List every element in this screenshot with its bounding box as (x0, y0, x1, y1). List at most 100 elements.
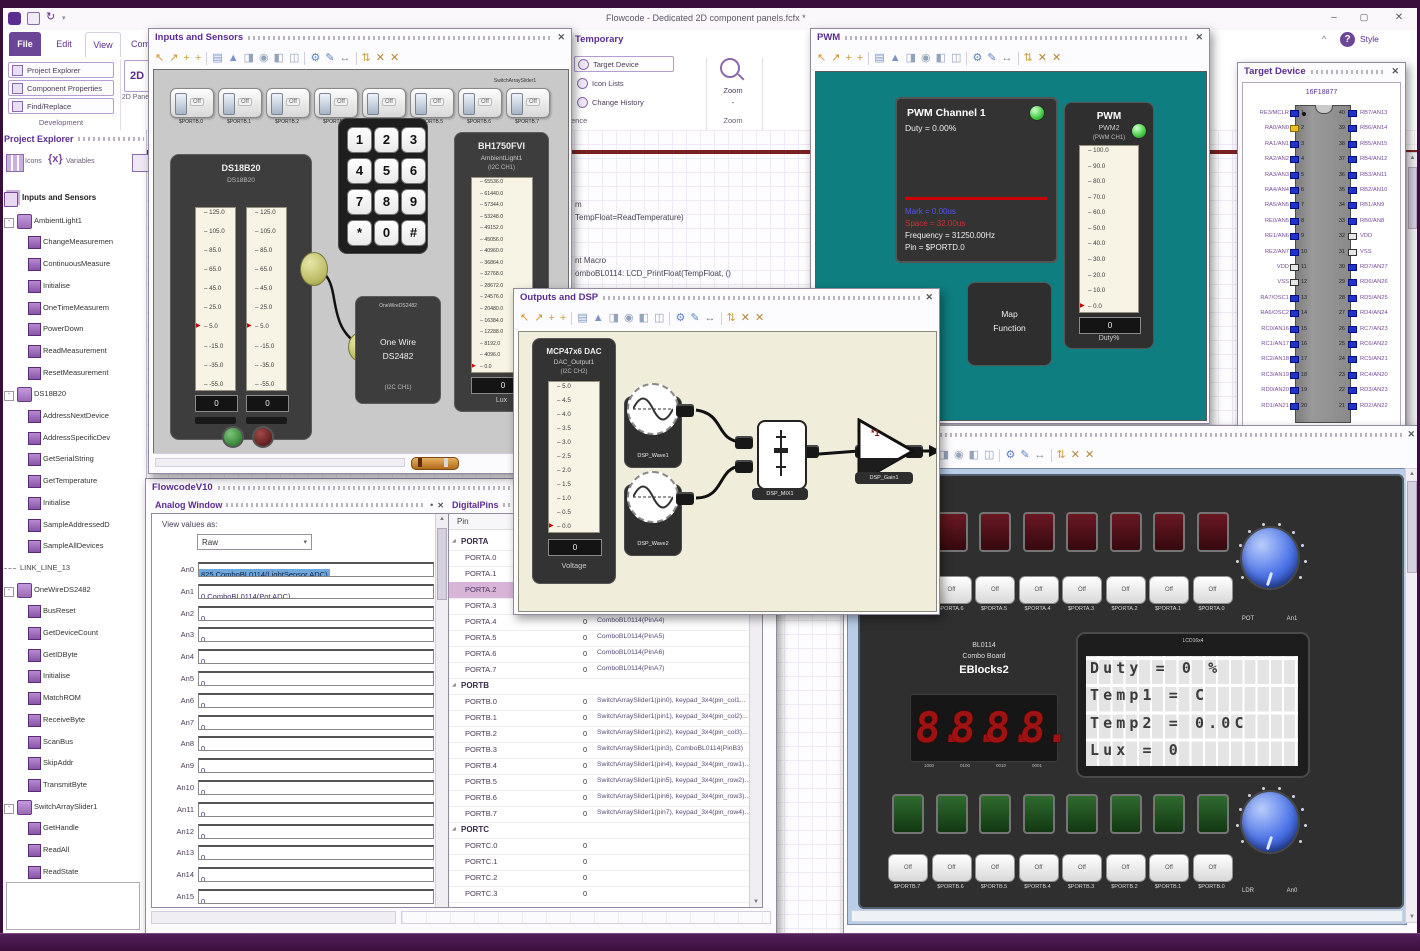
h-scroll-right[interactable] (401, 911, 771, 924)
edit-icon[interactable]: ✎ (690, 312, 699, 324)
keypad-key-0[interactable]: 0 (374, 220, 399, 246)
window-close-icon[interactable]: ✕ (1407, 429, 1415, 440)
porta-switch-button[interactable]: Off (975, 576, 1015, 604)
analog-value-input[interactable]: 0 (198, 649, 434, 665)
switch-handle[interactable] (511, 93, 523, 115)
orbit-icon[interactable]: ◉ (624, 312, 634, 324)
maximize-button[interactable]: ▢ (1357, 12, 1371, 26)
tree-item-getdevicecount[interactable]: GetDeviceCount (0, 624, 146, 644)
digital-pin-row[interactable]: PORTA.5 0 ComboBL0114(PinA5) (449, 630, 762, 647)
orbit-icon[interactable]: ◉ (259, 52, 269, 64)
select-cursor-icon[interactable]: ↖ (520, 312, 529, 324)
analog-value-input[interactable]: 0 (198, 627, 434, 643)
tree-item-readmeasurement[interactable]: ReadMeasurement (0, 342, 146, 362)
porta-switch-button[interactable]: Off (1192, 576, 1233, 604)
tree-item-busreset[interactable]: BusReset (0, 602, 146, 622)
tree-item-getserialstring[interactable]: GetSerialString (0, 450, 146, 470)
analog-value-input[interactable]: 0 (198, 845, 434, 861)
tree-item-sampleaddressedd[interactable]: SampleAddressedD (0, 516, 146, 536)
swap-v-icon[interactable]: ⇅ (1024, 52, 1033, 64)
tree-item-link_line_13[interactable]: LINK_LINE_13 (0, 559, 146, 579)
float-window-icon[interactable]: • (430, 500, 433, 510)
digital-pin-row[interactable]: PORTB.4 0 SwitchArraySlider1(pin4), keypad… (449, 758, 762, 775)
raise-icon[interactable]: ▲ (890, 52, 901, 64)
view-toggle-target-device[interactable]: Target Device (574, 56, 674, 72)
h-scroll-trough[interactable] (155, 458, 405, 467)
switch-handle[interactable] (319, 93, 331, 115)
swap-v-icon[interactable]: ⇅ (727, 312, 736, 324)
ribbon-button-component-properties[interactable]: Component Properties (8, 80, 114, 96)
portb-switch-button[interactable]: Off (931, 854, 972, 882)
switch-handle[interactable] (271, 93, 283, 115)
settings-icon[interactable]: ⚙ (675, 312, 685, 324)
tab-view[interactable]: View (85, 32, 121, 57)
keypad-key-2[interactable]: 2 (374, 127, 399, 153)
tree-item-resetmeasurement[interactable]: ResetMeasurement (0, 364, 146, 384)
digital-pin-row[interactable]: PORTA.6 0 ComboBL0114(PinA6) (449, 646, 762, 663)
digital-pin-row[interactable]: PORTC.2 0 (449, 870, 762, 887)
window-close-icon[interactable]: ✕ (1195, 32, 1203, 43)
keypad-key-4[interactable]: 4 (347, 158, 372, 184)
porta-switch-button[interactable]: Off (1105, 576, 1146, 604)
onewire-connector-icon[interactable] (300, 252, 328, 286)
keypad-key-9[interactable]: 9 (401, 189, 426, 215)
portb-switch-button[interactable]: Off (975, 854, 1015, 882)
switch-handle[interactable] (367, 93, 379, 115)
portb-switch-button[interactable]: Off (1105, 854, 1146, 882)
swap-h-icon[interactable]: ↔ (1002, 52, 1013, 64)
duplicate-icon[interactable]: ◫ (984, 449, 994, 461)
raise-icon[interactable]: ▲ (593, 312, 604, 324)
window-close-icon[interactable]: ✕ (925, 292, 933, 303)
mirror-icon[interactable]: ◨ (939, 449, 949, 461)
save-icon[interactable] (27, 12, 40, 25)
quick-access-dropdown-icon[interactable]: ▾ (62, 14, 70, 24)
digital-pin-row[interactable]: PORTC.3 0 (449, 886, 762, 903)
window-titlebar[interactable]: Outputs and DSP ✕ (514, 289, 939, 306)
tree-item-readall[interactable]: ReadAll (0, 841, 146, 861)
half-view-icon[interactable]: ◧ (936, 52, 946, 64)
tree-item-addressspecificdev[interactable]: AddressSpecificDev (0, 429, 146, 449)
dsp-mixer-component[interactable] (757, 420, 807, 490)
tree-item-matchrom[interactable]: MatchROM (0, 689, 146, 709)
keypad-key-8[interactable]: 8 (374, 189, 399, 215)
analog-value-input[interactable]: 0 (198, 889, 434, 904)
swap-v-icon[interactable]: ⇅ (1057, 449, 1066, 461)
delete-icon[interactable]: ✕ (741, 312, 750, 324)
analog-value-input[interactable]: 0 (198, 801, 434, 817)
analog-value-input[interactable]: 0 (198, 780, 434, 795)
portb-switch-button[interactable]: Off (888, 854, 928, 882)
tab-file[interactable]: File (9, 32, 41, 56)
switch-handle[interactable] (463, 93, 475, 115)
tree-item-continuousmeasure[interactable]: ContinuousMeasure (0, 255, 146, 275)
keypad-key-hash[interactable]: # (401, 220, 426, 246)
tree-item-gettemperature[interactable]: GetTemperature (0, 472, 146, 492)
digital-pin-row[interactable]: PORTB.5 0 SwitchArraySlider1(pin5), keypad… (449, 774, 762, 791)
ribbon-button-project-explorer[interactable]: Project Explorer (8, 62, 114, 78)
window-titlebar[interactable]: PWM ✕ (811, 29, 1209, 46)
scroll-thumb[interactable] (437, 528, 447, 600)
analog-value-input[interactable]: 0 ComboBL0114(Pot ADC) (198, 583, 434, 599)
swap-h-icon[interactable]: ↔ (340, 52, 351, 64)
icons-grid-icon[interactable] (6, 154, 24, 172)
zoom-minus[interactable]: - (712, 98, 754, 107)
scroll-up-icon[interactable]: ▲ (436, 516, 448, 522)
digital-pin-row[interactable]: PORTC.4 0 (449, 902, 762, 907)
clear-icon[interactable]: ✕ (390, 52, 399, 64)
digital-pin-row[interactable]: ◢ PORTB (449, 678, 762, 695)
panel-switch[interactable]: Off (314, 88, 358, 118)
swap-h-icon[interactable]: ↔ (705, 312, 716, 324)
ribbon-collapse-icon[interactable]: ^ (1322, 34, 1334, 46)
expand-collapse-icon[interactable]: - (4, 803, 14, 814)
porta-switch-button[interactable]: Off (1018, 576, 1059, 604)
knob-dial[interactable] (1242, 528, 1298, 588)
swap-h-icon[interactable]: ↔ (1035, 449, 1046, 461)
switch-handle[interactable] (175, 93, 187, 115)
digital-pin-row[interactable]: ◢ PORTC (449, 822, 762, 839)
keypad-key-5[interactable]: 5 (374, 158, 399, 184)
panel-switch[interactable]: Off (218, 88, 262, 118)
tree-item-onewireds2482[interactable]: - OneWireDS2482 (0, 581, 146, 601)
analog-value-input[interactable]: 0 (198, 605, 434, 621)
tree-item-ambientlight1[interactable]: - AmbientLight1 (0, 212, 146, 232)
analog-value-input[interactable]: 0 (198, 692, 434, 708)
delete-icon[interactable]: ✕ (1038, 52, 1047, 64)
